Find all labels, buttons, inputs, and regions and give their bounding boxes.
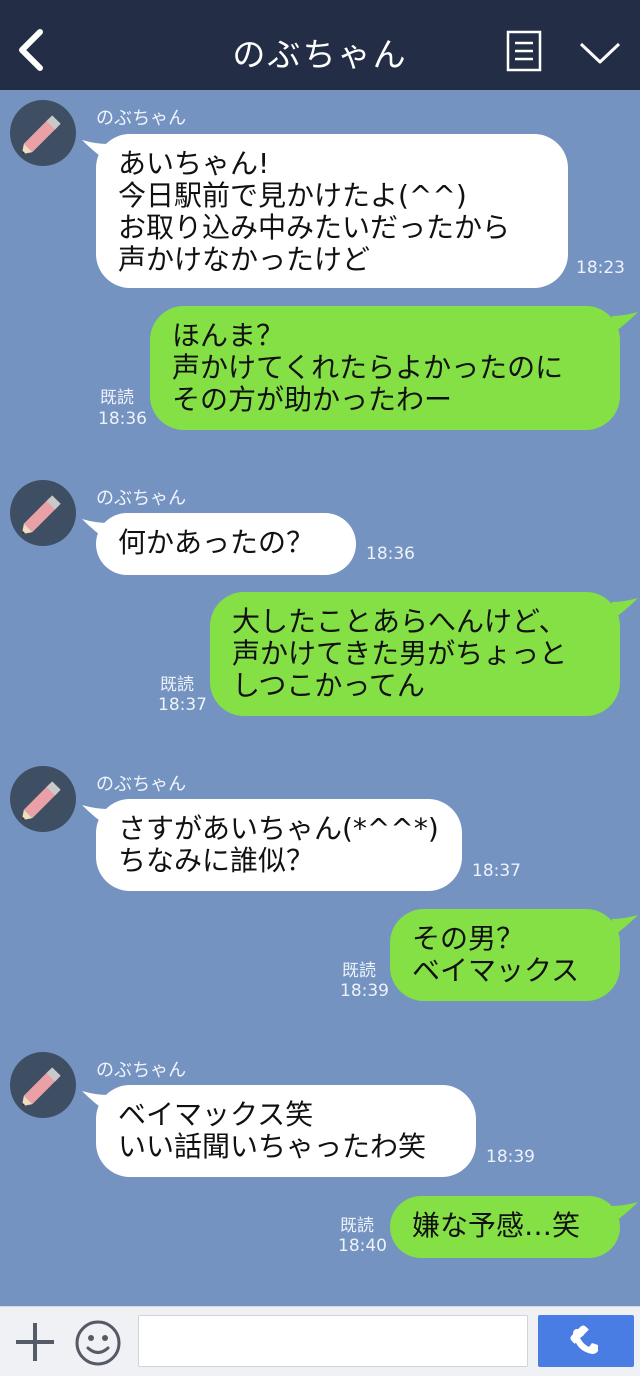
message-bubble-incoming[interactable]: あいちゃん! 今日駅前で見かけたよ(^^) お取り込み中みたいだったから 声かけ… [96, 134, 568, 288]
bubble-tail [612, 312, 638, 334]
sender-name: のぶちゃん [96, 108, 187, 129]
pencil-avatar-icon [21, 115, 61, 155]
avatar[interactable] [10, 1052, 76, 1118]
pencil-avatar-icon [21, 495, 61, 535]
sender-name: のぶちゃん [96, 488, 187, 509]
sender-name: のぶちゃん [96, 774, 187, 795]
message-time: 18:23 [576, 258, 625, 278]
message-time: 18:40 [338, 1236, 387, 1256]
message-time: 18:39 [340, 981, 389, 1001]
message-time: 18:36 [98, 409, 147, 429]
chat-title: のぶちゃん [232, 35, 408, 74]
read-receipt: 既読 [160, 675, 194, 695]
message-time: 18:37 [158, 695, 207, 715]
message-bubble-incoming[interactable]: さすがあいちゃん(*^^*) ちなみに誰似？ [96, 799, 462, 891]
read-receipt: 既読 [340, 1216, 374, 1236]
read-receipt: 既読 [100, 388, 134, 408]
avatar[interactable] [10, 100, 76, 166]
smiley-icon[interactable] [74, 1319, 122, 1367]
message-time: 18:39 [486, 1147, 535, 1167]
pencil-avatar-icon [21, 781, 61, 821]
read-receipt: 既読 [342, 961, 376, 981]
pencil-avatar-icon [21, 1067, 61, 1107]
message-bubble-outgoing[interactable]: 大したことあらへんけど、 声かけてきた男がちょっと しつこかってん [210, 592, 620, 716]
message-bubble-incoming[interactable]: 何かあったの？ [96, 513, 356, 575]
bubble-tail [612, 915, 638, 937]
message-bubble-outgoing[interactable]: 嫌な予感…笑 [390, 1196, 620, 1258]
message-time: 18:37 [472, 861, 521, 881]
message-bubble-incoming[interactable]: ベイマックス笑 いい話聞いちゃったわ笑 [96, 1085, 476, 1177]
avatar[interactable] [10, 766, 76, 832]
message-bubble-outgoing[interactable]: その男？ ベイマックス [390, 909, 620, 1001]
chevron-down-icon[interactable] [578, 38, 622, 68]
message-time: 18:36 [366, 544, 415, 564]
message-input[interactable] [138, 1315, 528, 1367]
message-bubble-outgoing[interactable]: ほんま？ 声かけてくれたらよかったのに その方が助かったわー [150, 306, 620, 430]
plus-icon[interactable] [14, 1321, 56, 1363]
bubble-tail [612, 1202, 638, 1224]
call-button[interactable] [538, 1315, 634, 1367]
avatar[interactable] [10, 480, 76, 546]
input-bar [0, 1306, 640, 1376]
bubble-tail [612, 598, 638, 620]
phone-icon [570, 1325, 598, 1354]
sender-name: のぶちゃん [96, 1060, 187, 1081]
menu-list-icon[interactable] [506, 30, 542, 72]
chat-header: のぶちゃん [0, 0, 640, 90]
